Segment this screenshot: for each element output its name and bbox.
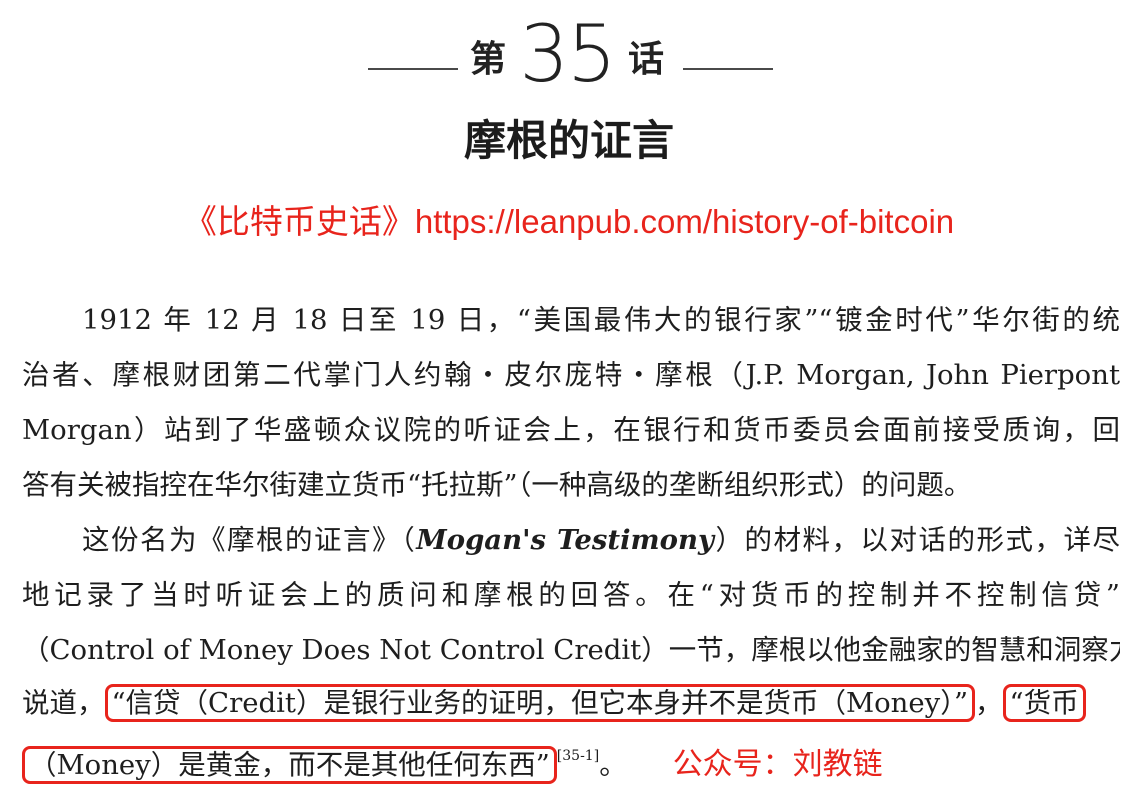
paragraph2-line5: （Money）是黄金，而不是其他任何东西” [35-1]。 公众号：刘教链 xyxy=(22,736,1120,785)
paragraph1-line3: Morgan）站到了华盛顿众议院的听证会上，在银行和货币委员会面前接受质询，回 xyxy=(22,414,1120,446)
paragraph1-line2: 治者、摩根财团第二代掌门人约翰・皮尔庞特・摩根（J.P. Morgan, Joh… xyxy=(22,359,1120,391)
chapter-header: 第 35 话 xyxy=(0,8,1138,108)
paragraph2-line4: 说道， “信贷（Credit）是银行业务的证明，但它本身并不是货币（Money）”… xyxy=(22,683,1120,723)
highlighted-quote-credit: “信贷（Credit）是银行业务的证明，但它本身并不是货币（Money）” xyxy=(104,684,976,722)
header-rule-right xyxy=(683,68,773,70)
paragraph2-line1-end: ）的材料，以对话的形式，详尽 xyxy=(713,524,1120,556)
sentence-end: 。 xyxy=(599,749,627,781)
paragraph1-line1: 1912 年 12 月 18 日至 19 日，“美国最伟大的银行家”“镀金时代”… xyxy=(82,304,1120,336)
chapter-title: 摩根的证言 xyxy=(463,116,674,165)
header-rule-left xyxy=(368,68,458,70)
chapter-number: 35 xyxy=(519,10,616,100)
chapter-suffix: 话 xyxy=(628,39,665,80)
chapter-prefix: 第 xyxy=(470,39,507,80)
quote-separator: ， xyxy=(975,687,1003,719)
paragraph2-line1: 这份名为《摩根的证言》（Mogan's Testimony）的材料，以对话的形式… xyxy=(82,520,1120,560)
paragraph2-line2: 地记录了当时听证会上的质问和摩根的回答。在“对货币的控制并不控制信贷” xyxy=(22,579,1120,611)
paragraph2-line3: （Control of Money Does Not Control Credi… xyxy=(22,634,1120,666)
paragraph2-line4-start: 说道， xyxy=(22,687,105,719)
paragraph1-line4: 答有关被指控在华尔街建立货币“托拉斯”（一种高级的垄断组织形式）的问题。 xyxy=(22,469,972,501)
highlighted-quote-money-start: “货币 xyxy=(1002,684,1086,722)
wechat-watermark: 公众号：刘教链 xyxy=(672,748,883,781)
paragraph2-line1-start: 这份名为《摩根的证言》（ xyxy=(82,524,417,556)
footnote-reference[interactable]: [35-1] xyxy=(557,748,599,764)
highlighted-quote-money-end: （Money）是黄金，而不是其他任何东西” xyxy=(22,746,557,784)
book-link-watermark[interactable]: 《比特币史话》https://leanpub.com/history-of-bi… xyxy=(0,200,1138,244)
testimony-title: Mogan's Testimony xyxy=(416,524,714,556)
